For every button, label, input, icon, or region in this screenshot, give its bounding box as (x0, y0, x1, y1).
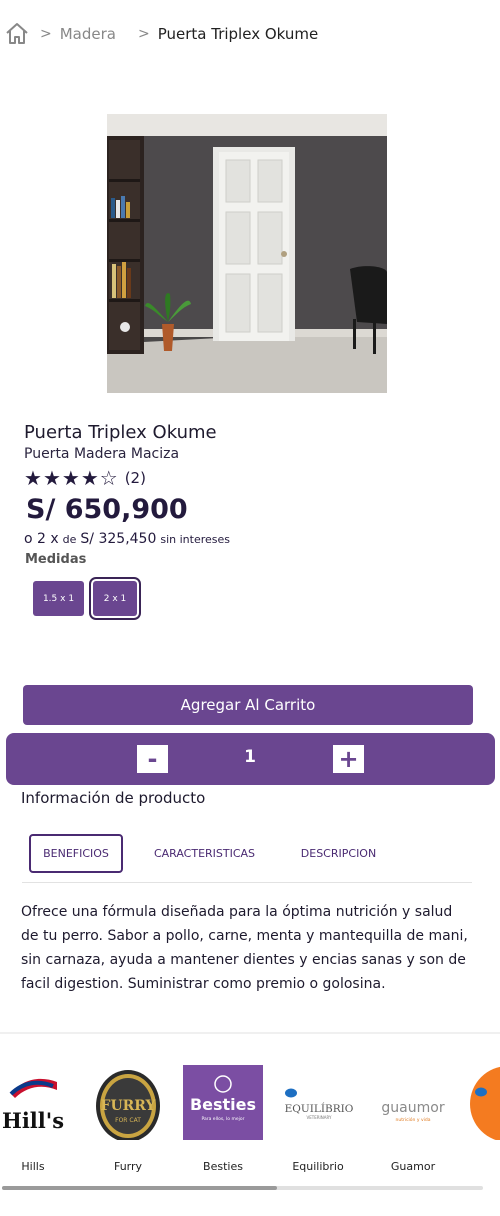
brand-logo-text: EQUILÍBRIO (285, 1101, 354, 1115)
product-image (107, 114, 387, 393)
add-to-cart-button[interactable]: Agregar Al Carrito (23, 685, 473, 725)
carousel-scrollbar[interactable] (2, 1186, 483, 1190)
installments-prefix: o 2 x (24, 531, 59, 547)
star-empty-icon: ☆ (99, 466, 118, 490)
brand-logo-sub: nutrición y vida (396, 1116, 431, 1123)
brand-logo-sub: VETERINARY (307, 1115, 332, 1120)
brand-logo-text: FURRY (101, 1098, 157, 1114)
star-filled-icon: ★ (61, 466, 80, 490)
breadcrumb-current: Puerta Triplex Okume (157, 25, 319, 43)
brand-logo-text: Besties (190, 1095, 256, 1114)
brand-name: Besties (203, 1160, 243, 1173)
breadcrumb-separator: > (137, 26, 150, 42)
star-filled-icon: ★ (42, 466, 61, 490)
brand-name: Furry (113, 1160, 143, 1173)
brand-item[interactable]: FURRY FOR CAT Furry (88, 1060, 168, 1173)
brand-name: Equilibrio (292, 1160, 344, 1173)
brand-item[interactable]: EQUILÍBRIO VETERINARY Equilibrio (278, 1060, 358, 1173)
size-option-button-selected[interactable]: 2 x 1 (89, 577, 141, 620)
tab-caracteristicas[interactable]: CARACTERISTICAS (142, 834, 267, 873)
decrease-quantity-button[interactable]: - (137, 745, 168, 773)
quantity-value: 1 (244, 747, 256, 767)
brand-item[interactable]: m I (468, 1060, 500, 1140)
brand-item[interactable]: guaumor nutrición y vida Guamor (373, 1060, 453, 1173)
sizes-label: Medidas (25, 552, 87, 567)
size-option-button[interactable]: 1.5 x 1 (33, 581, 84, 616)
brand-logo-equilibrio: EQUILÍBRIO VETERINARY (278, 1060, 358, 1140)
brand-name: Guamor (390, 1160, 436, 1173)
carousel-scroll-thumb[interactable] (2, 1186, 277, 1190)
brand-logo-sub: FOR CAT (115, 1117, 141, 1124)
breadcrumb: > Madera > Puerta Triplex Okume (4, 20, 318, 48)
brand-logo-partial: m (468, 1060, 500, 1140)
tab-beneficios[interactable]: BENEFICIOS (29, 834, 123, 873)
quantity-stepper: - 1 + (6, 733, 495, 785)
brand-item[interactable]: Hill's Hills (0, 1060, 73, 1173)
installments-info: o 2 x de S/ 325,450 sin intereses (24, 531, 230, 547)
product-info-tabs: BENEFICIOS CARACTERISTICAS DESCRIPCION (22, 834, 472, 883)
brands-carousel: Hill's Hills FURRY FOR CAT Furry Besties… (0, 1060, 500, 1180)
brand-name: Hills (21, 1160, 45, 1173)
product-price: S/ 650,900 (26, 494, 188, 525)
installments-suffix: sin intereses (160, 533, 231, 546)
tab-content-text: Ofrece una fórmula diseñada para la ópti… (21, 904, 468, 992)
brand-item[interactable]: Besties Para ellos, lo mejor Besties (183, 1060, 263, 1173)
increase-quantity-button[interactable]: + (333, 745, 364, 773)
star-filled-icon: ★ (24, 466, 42, 490)
product-title: Puerta Triplex Okume (24, 422, 217, 443)
brand-logo-text: guaumor (381, 1100, 444, 1116)
brand-logo-sub: Para ellos, lo mejor (202, 1116, 245, 1122)
breadcrumb-separator: > (40, 26, 52, 42)
home-icon[interactable] (4, 21, 30, 47)
installments-amount: S/ 325,450 (80, 531, 157, 547)
size-options: 1.5 x 1 2 x 1 (33, 577, 141, 620)
breadcrumb-category-link[interactable]: Madera (60, 25, 116, 43)
product-info-heading: Información de producto (21, 789, 206, 807)
tab-descripcion[interactable]: DESCRIPCION (287, 834, 390, 873)
product-subtitle: Puerta Madera Maciza (24, 446, 180, 462)
star-filled-icon: ★ (80, 466, 99, 490)
brand-logo-hills: Hill's (0, 1060, 73, 1140)
brand-logo-text: Hill's (2, 1108, 64, 1133)
rating-count: (2) (124, 469, 146, 487)
brand-logo-furry: FURRY FOR CAT (88, 1060, 168, 1140)
brand-logo-besties: Besties Para ellos, lo mejor (183, 1060, 263, 1140)
installments-de: de (62, 533, 77, 546)
product-rating: ★ ★ ★ ★ ☆ (2) (24, 467, 146, 489)
brand-logo-guamor: guaumor nutrición y vida (373, 1060, 453, 1140)
section-divider (0, 1032, 500, 1034)
